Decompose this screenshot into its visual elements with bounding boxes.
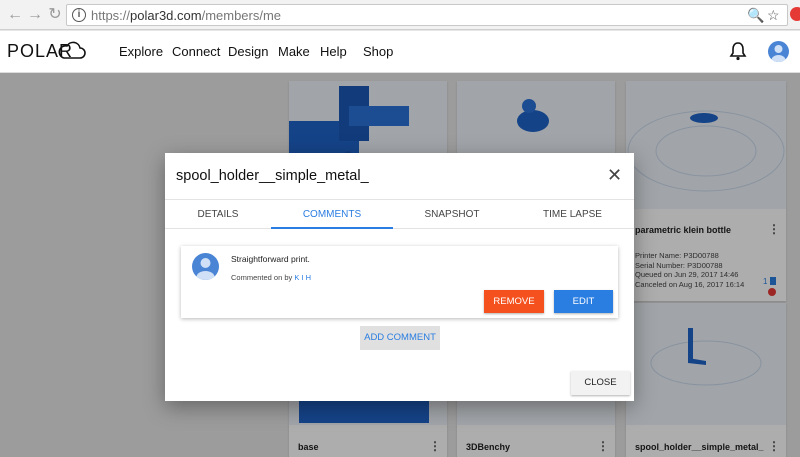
url-path: /members/me <box>201 8 282 23</box>
edit-comment-button[interactable]: EDIT <box>554 290 613 313</box>
tab-time-lapse[interactable]: TIME LAPSE <box>511 200 634 229</box>
dialog-tabs: DETAILS COMMENTS SNAPSHOT TIME LAPSE <box>165 199 634 229</box>
nav-shop[interactable]: Shop <box>363 44 393 59</box>
cloud-logo-icon[interactable] <box>57 39 87 61</box>
close-icon[interactable]: ✕ <box>607 165 622 186</box>
comment-author-link[interactable]: K I H <box>294 273 311 282</box>
forward-icon[interactable]: → <box>26 6 44 24</box>
zoom-icon[interactable]: 🔍 <box>747 7 764 24</box>
bookmark-star-icon[interactable]: ☆ <box>767 7 780 24</box>
user-silhouette-icon <box>771 45 786 62</box>
dialog-title: spool_holder__simple_metal_ <box>176 168 369 184</box>
url-domain: polar3d.com <box>130 8 202 23</box>
url-text: https://polar3d.com/members/me <box>91 8 281 23</box>
tab-comments[interactable]: COMMENTS <box>271 200 393 229</box>
tab-snapshot[interactable]: SNAPSHOT <box>393 200 511 229</box>
user-avatar[interactable] <box>768 41 789 62</box>
app-header: POLAR Explore Connect Design Make Help S… <box>0 31 800 73</box>
refresh-icon[interactable]: ↻ <box>46 6 64 24</box>
extension-icon[interactable] <box>790 7 800 21</box>
user-silhouette-icon <box>196 258 215 280</box>
url-protocol: https:// <box>91 8 131 23</box>
nav-design[interactable]: Design <box>228 44 268 59</box>
comment-text: Straightforward print. <box>231 254 310 264</box>
add-comment-button[interactable]: ADD COMMENT <box>360 326 440 350</box>
nav-explore[interactable]: Explore <box>119 44 163 59</box>
nav-help[interactable]: Help <box>320 44 347 59</box>
back-icon[interactable]: ← <box>6 6 24 24</box>
close-button[interactable]: CLOSE <box>571 371 630 395</box>
bell-icon[interactable] <box>729 41 747 61</box>
tab-details[interactable]: DETAILS <box>165 200 271 229</box>
address-bar[interactable]: i https://polar3d.com/members/me 🔍 ☆ <box>66 4 788 26</box>
nav-make[interactable]: Make <box>278 44 310 59</box>
nav-connect[interactable]: Connect <box>172 44 220 59</box>
print-details-dialog: spool_holder__simple_metal_ ✕ DETAILS CO… <box>165 153 634 401</box>
comment-avatar <box>192 253 219 280</box>
comment-meta-prefix: Commented on by <box>231 273 293 282</box>
remove-comment-button[interactable]: REMOVE <box>484 290 544 313</box>
info-icon[interactable]: i <box>72 8 86 22</box>
comment-meta: Commented on by K I H <box>231 273 311 282</box>
browser-toolbar: ← → ↻ i https://polar3d.com/members/me 🔍… <box>0 0 800 30</box>
comment-card: Straightforward print. Commented on by K… <box>181 246 618 318</box>
